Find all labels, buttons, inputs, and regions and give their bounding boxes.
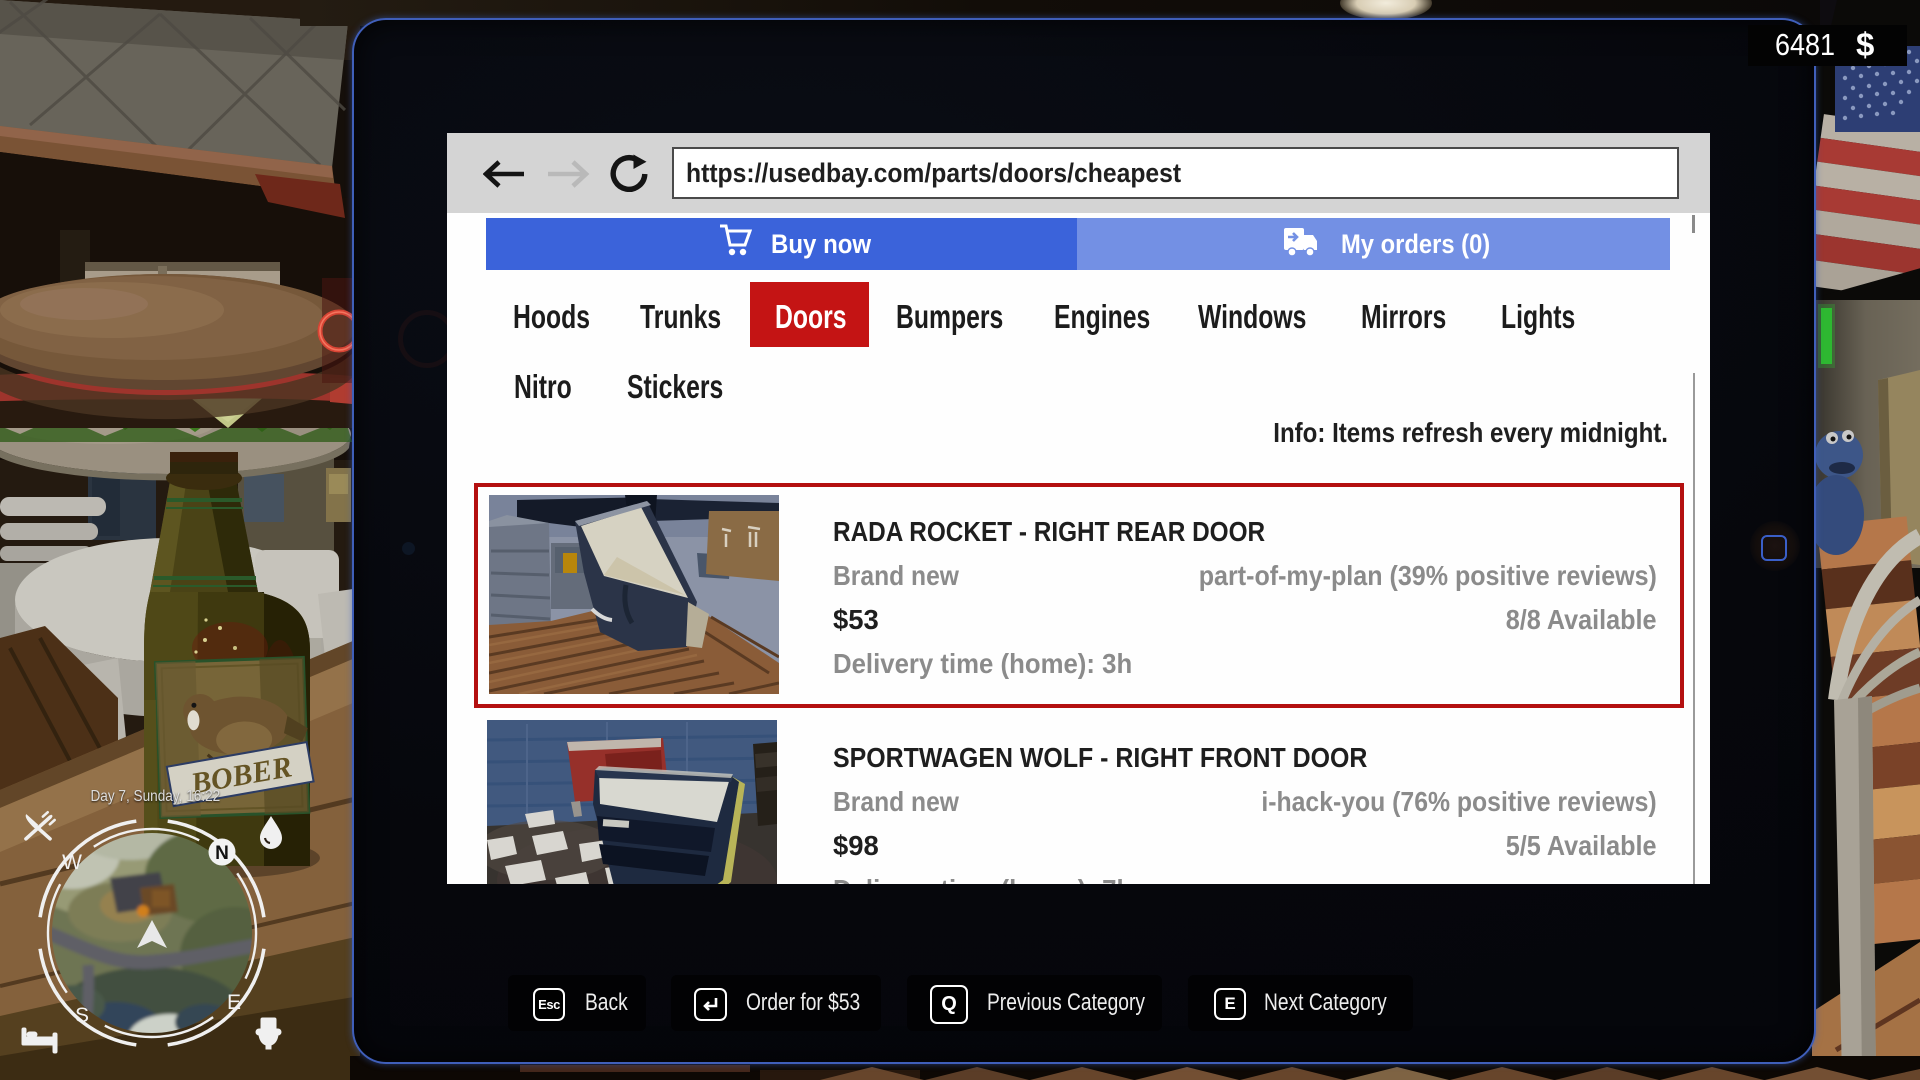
svg-text:N: N bbox=[215, 843, 229, 864]
svg-text:S: S bbox=[75, 1004, 89, 1027]
svg-text:W: W bbox=[62, 851, 82, 874]
svg-text:E: E bbox=[227, 991, 241, 1014]
